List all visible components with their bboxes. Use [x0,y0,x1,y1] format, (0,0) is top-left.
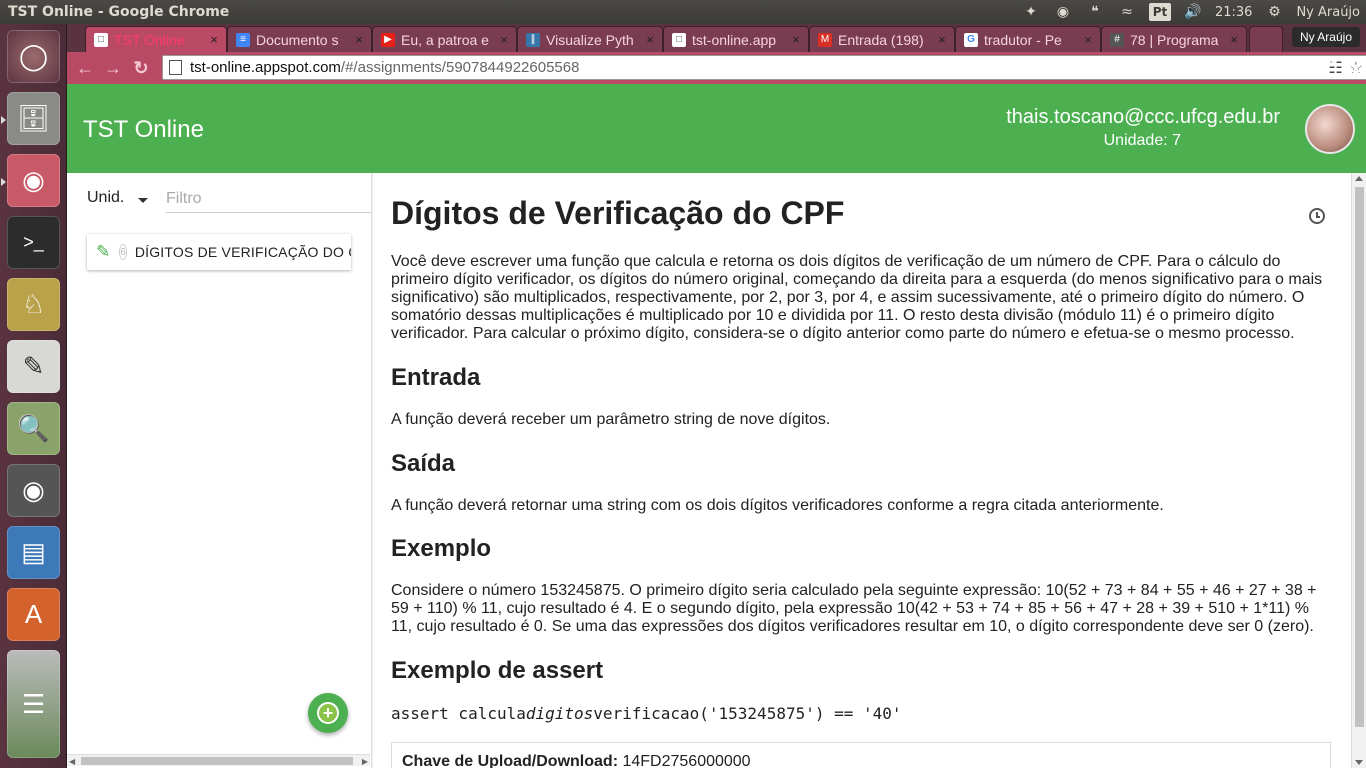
tab-visualize-python[interactable]: ∥ Visualize Pyth × [517,26,663,52]
text-editor-icon[interactable]: ✎ [7,340,60,393]
assignments-sidebar: Unid. ✎ 6 DÍGITOS DE VERIFICAÇÃO DO CPF … [67,173,372,768]
horizontal-scrollbar[interactable]: ◀ ▶ [67,754,370,766]
profile-button[interactable]: Ny Araújo [1291,27,1360,47]
volume-icon[interactable]: 🔊 [1183,2,1203,22]
settings-gear-icon[interactable]: ⚙ [1264,2,1284,22]
assert-heading: Exemplo de assert [391,657,604,684]
window-title: TST Online - Google Chrome [8,4,230,20]
input-heading: Entrada [391,364,481,391]
user-unit: Unidade: 7 [1103,132,1181,149]
browser-tab-strip: □ TST Online × ≡ Documento s × ▶ Eu, a p… [67,24,1366,52]
os-top-panel: TST Online - Google Chrome ✦ ◉ ❝ ≈ Pt 🔊 … [0,0,1366,24]
hangouts-extension-icon[interactable]: ❝ [1326,56,1336,77]
example-heading: Exemplo [391,535,492,562]
assignment-list-item[interactable]: ✎ 6 DÍGITOS DE VERIFICAÇÃO DO CPF [87,234,351,270]
tab-tst-online[interactable]: □ TST Online × [85,26,227,52]
forward-icon[interactable]: → [99,54,127,82]
close-icon[interactable]: × [934,32,950,47]
scroll-down-icon[interactable] [1355,760,1363,765]
youtube-icon: ▶ [381,32,395,47]
close-icon[interactable]: × [642,32,658,47]
assignment-content: Dígitos de Verificação do CPF Você deve … [373,173,1351,768]
page-info-icon[interactable] [169,60,182,75]
clock[interactable]: 21:36 [1215,5,1252,20]
avatar[interactable] [1305,104,1355,154]
ubuntu-dash-icon[interactable]: ◯ [7,30,60,83]
output-text: A função deverá retornar uma string com … [391,497,1164,514]
google-icon: G [964,32,978,47]
upload-key-box: Chave de Upload/Download: 14FD2756000000 [391,742,1331,768]
history-clock-icon[interactable] [1309,208,1325,224]
scroll-up-icon[interactable] [1355,176,1363,181]
add-assignment-button[interactable]: + [308,693,348,733]
assignment-description: Você deve escrever uma função que calcul… [391,253,1323,342]
files-icon[interactable]: 🗄 [7,92,60,145]
session-user-name[interactable]: Ny Araújo [1296,5,1360,20]
launcher: ◯ 🗄 ◉ >_ ♘ ✎ 🔍 ◉ ▤ A ☰ [0,24,67,768]
app-title[interactable]: TST Online [83,116,204,144]
unit-select[interactable]: Unid. [87,189,149,207]
image-viewer-icon[interactable]: 🔍 [7,402,60,455]
assignment-number-badge: 6 [119,244,127,260]
pencil-icon: ✎ [96,242,111,261]
close-icon[interactable]: × [206,32,222,47]
input-text: A função deverá receber um parâmetro str… [391,411,831,428]
tab-tradutor[interactable]: G tradutor - Pe × [955,26,1101,52]
user-email: thais.toscano@ccc.ufcg.edu.br [1006,106,1280,128]
filter-input[interactable] [166,185,371,213]
tab-documento[interactable]: ≡ Documento s × [227,26,372,52]
vertical-scrollbar[interactable] [1351,173,1366,768]
page-icon: □ [672,32,686,47]
assignment-label: DÍGITOS DE VERIFICAÇÃO DO CPF [134,244,351,260]
docs-icon: ≡ [236,32,250,47]
terminal-icon[interactable]: >_ [7,216,60,269]
hangouts-icon[interactable]: ❝ [1085,2,1105,22]
plus-icon: + [317,702,339,724]
python-icon: ∥ [526,32,540,47]
wifi-icon[interactable]: ≈ [1117,2,1137,22]
upload-key-value[interactable]: 14FD2756000000 [622,753,750,768]
address-bar[interactable]: tst-online.appspot.com/#/assignments/590… [162,55,1366,80]
new-tab-button[interactable] [1249,26,1283,52]
close-icon[interactable]: × [351,32,367,47]
back-icon[interactable]: ← [71,54,99,82]
chevron-down-icon [138,197,149,203]
software-center-icon[interactable]: A [7,588,60,641]
close-icon[interactable]: × [496,32,512,47]
tab-programa[interactable]: # 78 | Programa × [1101,26,1247,52]
tab-youtube[interactable]: ▶ Eu, a patroa e × [372,26,517,52]
gmail-icon: M [818,32,832,47]
tab-tst-online-app[interactable]: □ tst-online.app × [663,26,809,52]
indicator-area: ✦ ◉ ❝ ≈ Pt 🔊 21:36 ⚙ Ny Araújo [1021,0,1360,24]
hash-icon: # [1110,32,1124,47]
example-text: Considere o número 153245875. O primeiro… [391,582,1317,635]
close-icon[interactable]: × [788,32,804,47]
output-heading: Saída [391,450,456,477]
close-icon[interactable]: × [1080,32,1096,47]
chrome-icon[interactable]: ◉ [1053,2,1073,22]
assert-example-code: assert calculadigitosverificacao('153245… [391,704,902,723]
tab-gmail[interactable]: M Entrada (198) × [809,26,955,52]
speaker-icon[interactable]: ◉ [7,464,60,517]
reload-icon[interactable]: ↻ [127,54,155,82]
browser-toolbar: ← → ↻ tst-online.appspot.com/#/assignmen… [67,52,1366,84]
stacked-apps-icon[interactable]: ☰ [7,650,60,758]
page-icon: □ [94,32,108,47]
close-icon[interactable]: × [1226,32,1242,47]
dropbox-icon[interactable]: ✦ [1021,2,1041,22]
page-title: Dígitos de Verificação do CPF [391,195,845,231]
genie-lamp-icon[interactable]: ♘ [7,278,60,331]
app-header: TST Online thais.toscano@ccc.ufcg.edu.br… [67,84,1366,173]
upload-key-label: Chave de Upload/Download: [402,753,619,768]
writer-icon[interactable]: ▤ [7,526,60,579]
chrome-menu-icon[interactable]: ☰ [1346,56,1362,77]
chrome-icon[interactable]: ◉ [7,154,60,207]
keyboard-layout-indicator[interactable]: Pt [1148,3,1171,21]
